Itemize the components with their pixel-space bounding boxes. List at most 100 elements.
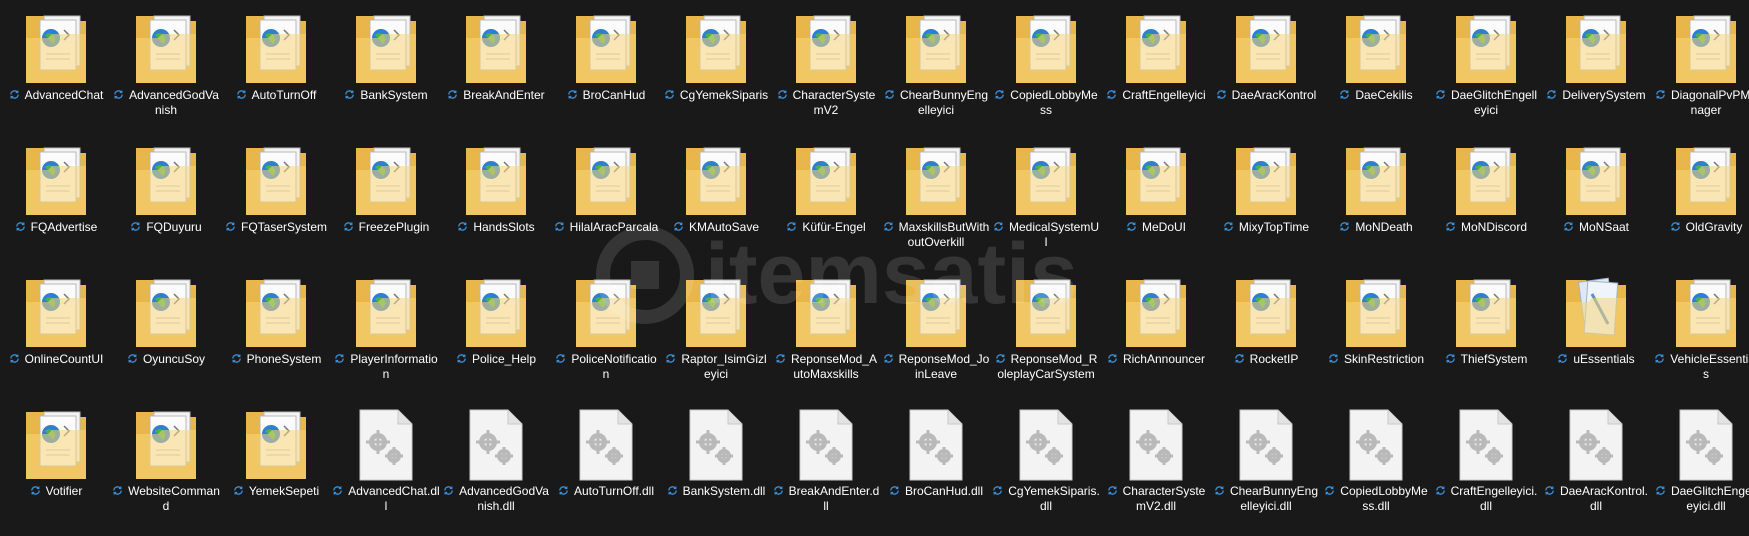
dll-file-item[interactable]: CopiedLobbyMess.dll [1322, 396, 1430, 526]
folder-globe-icon [22, 10, 90, 88]
folder-item[interactable]: OnlineCountUI [2, 264, 110, 394]
dll-file-item[interactable]: BreakAndEnter.dll [772, 396, 880, 526]
dll-file-item[interactable]: BroCanHud.dll [882, 396, 990, 526]
folder-item[interactable]: MoNDeath [1322, 132, 1430, 262]
dll-file-item[interactable]: ChearBunnyEngelleyici.dll [1212, 396, 1320, 526]
sync-status-icon [444, 486, 453, 495]
file-name-text: MoNDeath [1355, 220, 1413, 234]
file-icon-grid: AdvancedChat AdvancedGodVanish AutoTurnOff… [0, 0, 1749, 536]
folder-item[interactable]: HilalAracParcala [552, 132, 660, 262]
file-name-label: PlayerInformation [332, 352, 440, 382]
dll-file-item[interactable]: DaeGlitchEngelleyici.dll [1652, 396, 1749, 526]
folder-item[interactable]: ThiefSystem [1432, 264, 1540, 394]
sync-status-icon [883, 354, 893, 363]
folder-item[interactable]: MeDoUI [1102, 132, 1210, 262]
folder-item[interactable]: KMAutoSave [662, 132, 770, 262]
folder-globe-icon [1672, 142, 1740, 220]
folder-item[interactable]: Police_Help [442, 264, 550, 394]
folder-item[interactable]: FQDuyuru [112, 132, 220, 262]
file-name-text: ThiefSystem [1460, 352, 1528, 366]
sync-status-icon [567, 90, 577, 99]
folder-globe-icon [792, 274, 860, 352]
folder-item[interactable]: RichAnnouncer [1102, 264, 1210, 394]
folder-item[interactable]: DaeAracKontrol [1212, 0, 1320, 130]
dll-file-item[interactable]: CgYemekSiparis.dll [992, 396, 1100, 526]
folder-item[interactable]: DiagonalPvPManager [1652, 0, 1749, 130]
sync-status-icon [343, 222, 353, 231]
folder-item[interactable]: DaeGlitchEngelleyici [1432, 0, 1540, 130]
folder-item[interactable]: VehicleEssentials [1652, 264, 1749, 394]
folder-item[interactable]: MedicalSystemUI [992, 132, 1100, 262]
folder-item[interactable]: YemekSepeti [222, 396, 330, 526]
folder-item[interactable]: FQAdvertise [2, 132, 110, 262]
file-name-text: MoNDiscord [1460, 220, 1527, 234]
folder-item[interactable]: PhoneSystem [222, 264, 330, 394]
folder-item[interactable]: MoNSaat [1542, 132, 1650, 262]
folder-globe-icon [902, 10, 970, 88]
dll-gears-icon [682, 406, 750, 484]
file-name-label: SkinRestriction [1322, 352, 1430, 367]
folder-item[interactable]: BreakAndEnter [442, 0, 550, 130]
file-name-label: OnlineCountUI [2, 352, 110, 367]
folder-item[interactable]: BankSystem [332, 0, 440, 130]
file-name-text: YemekSepeti [248, 484, 320, 498]
folder-item[interactable]: OyuncuSoy [112, 264, 220, 394]
folder-item[interactable]: CharacterSystemV2 [772, 0, 880, 130]
file-name-text: CopiedLobbyMess.dll [1340, 484, 1428, 513]
folder-item[interactable]: AdvancedGodVanish [112, 0, 220, 130]
folder-item[interactable]: PlayerInformation [332, 264, 440, 394]
dll-file-item[interactable]: CraftEngelleyici.dll [1432, 396, 1540, 526]
file-name-text: CgYemekSiparis [679, 88, 769, 102]
dll-file-item[interactable]: CharacterSystemV2.dll [1102, 396, 1210, 526]
folder-item[interactable]: AutoTurnOff [222, 0, 330, 130]
folder-item[interactable]: FQTaserSystem [222, 132, 330, 262]
file-name-label: Police_Help [442, 352, 550, 367]
file-name-label: ThiefSystem [1432, 352, 1540, 367]
file-name-label: AdvancedGodVanish [112, 88, 220, 118]
folder-item[interactable]: FreezePlugin [332, 132, 440, 262]
sync-status-icon [1234, 354, 1244, 363]
folder-item[interactable]: CgYemekSiparis [662, 0, 770, 130]
folder-item[interactable]: BroCanHud [552, 0, 660, 130]
folder-globe-icon [462, 142, 530, 220]
folder-globe-icon [132, 406, 200, 484]
sync-status-icon [1558, 354, 1568, 363]
sync-status-icon [1545, 486, 1554, 495]
folder-item[interactable]: Raptor_IsimGizleyici [662, 264, 770, 394]
folder-item[interactable]: PoliceNotification [552, 264, 660, 394]
folder-item[interactable]: WebsiteCommand [112, 396, 220, 526]
dll-gears-icon [1562, 406, 1630, 484]
folder-item[interactable]: MaxskillsButWithoutOverkill [882, 132, 990, 262]
folder-item[interactable]: DeliverySystem [1542, 0, 1650, 130]
folder-item[interactable]: SkinRestriction [1322, 264, 1430, 394]
folder-item[interactable]: uEssentials [1542, 264, 1650, 394]
folder-item[interactable]: ReponseMod_RoleplayCarSystem [992, 264, 1100, 394]
folder-item[interactable]: MoNDiscord [1432, 132, 1540, 262]
folder-item[interactable]: RocketIP [1212, 264, 1320, 394]
file-name-text: DaeAracKontrol [1231, 88, 1317, 102]
file-name-label: FQDuyuru [112, 220, 220, 235]
folder-item[interactable]: DaeCekilis [1322, 0, 1430, 130]
folder-item[interactable]: ReponseMod_AutoMaxskills [772, 264, 880, 394]
folder-item[interactable]: Votifier [2, 396, 110, 526]
folder-item[interactable]: OldGravity [1652, 132, 1749, 262]
folder-item[interactable]: MixyTopTime [1212, 132, 1320, 262]
sync-status-icon [30, 486, 40, 495]
file-name-text: DiagonalPvPManager [1670, 88, 1749, 117]
folder-item[interactable]: CopiedLobbyMess [992, 0, 1100, 130]
file-name-text: FreezePlugin [358, 220, 430, 234]
folder-item[interactable]: AdvancedChat [2, 0, 110, 130]
dll-file-item[interactable]: AdvancedChat.dll [332, 396, 440, 526]
folder-item[interactable]: HandsSlots [442, 132, 550, 262]
file-name-label: ReponseMod_JoinLeave [882, 352, 990, 382]
folder-item[interactable]: ReponseMod_JoinLeave [882, 264, 990, 394]
dll-file-item[interactable]: BankSystem.dll [662, 396, 770, 526]
folder-item[interactable]: Küfür-Engel [772, 132, 880, 262]
file-name-label: CharacterSystemV2.dll [1102, 484, 1210, 514]
file-name-label: RichAnnouncer [1102, 352, 1210, 367]
dll-file-item[interactable]: AutoTurnOff.dll [552, 396, 660, 526]
folder-item[interactable]: CraftEngelleyici [1102, 0, 1210, 130]
dll-file-item[interactable]: DaeAracKontrol.dll [1542, 396, 1650, 526]
folder-item[interactable]: ChearBunnyEngelleyici [882, 0, 990, 130]
dll-file-item[interactable]: AdvancedGodVanish.dll [442, 396, 550, 526]
